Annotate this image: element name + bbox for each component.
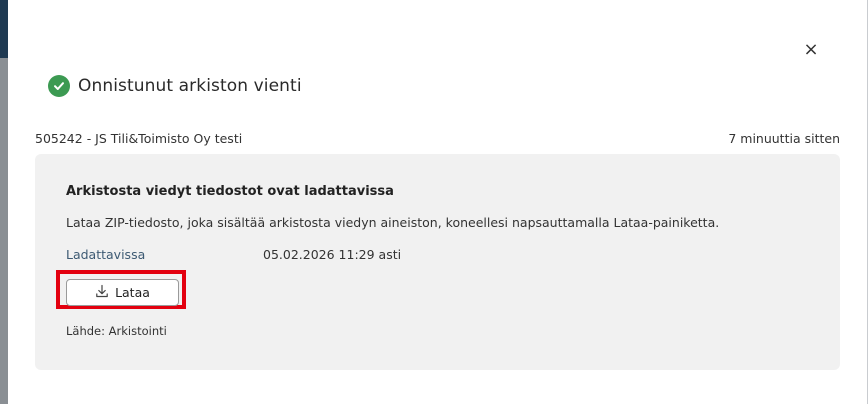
download-button-label: Lataa	[115, 285, 150, 300]
check-circle-icon	[48, 75, 70, 97]
availability-label: Ladattavissa	[66, 247, 146, 262]
card-title: Arkistosta viedyt tiedostot ovat ladatta…	[66, 184, 394, 199]
company-label: 505242 - JS Tili&Toimisto Oy testi	[35, 131, 243, 146]
download-card: Arkistosta viedyt tiedostot ovat ladatta…	[35, 154, 840, 370]
availability-value: 05.02.2026 11:29 asti	[263, 247, 402, 262]
timestamp-label: 7 minuuttia sitten	[728, 131, 840, 146]
export-success-dialog: × Onnistunut arkiston vienti 505242 - JS…	[8, 0, 867, 404]
download-button[interactable]: Lataa	[66, 279, 179, 306]
backdrop-sidebar	[0, 0, 8, 404]
dialog-title: Onnistunut arkiston vienti	[78, 76, 302, 96]
source-label: Lähde: Arkistointi	[66, 324, 167, 338]
card-description: Lataa ZIP-tiedosto, joka sisältää arkist…	[66, 215, 720, 230]
dialog-header: Onnistunut arkiston vienti	[48, 73, 302, 99]
download-icon	[95, 284, 109, 301]
close-icon[interactable]: ×	[801, 40, 821, 60]
backdrop-header	[0, 0, 8, 58]
